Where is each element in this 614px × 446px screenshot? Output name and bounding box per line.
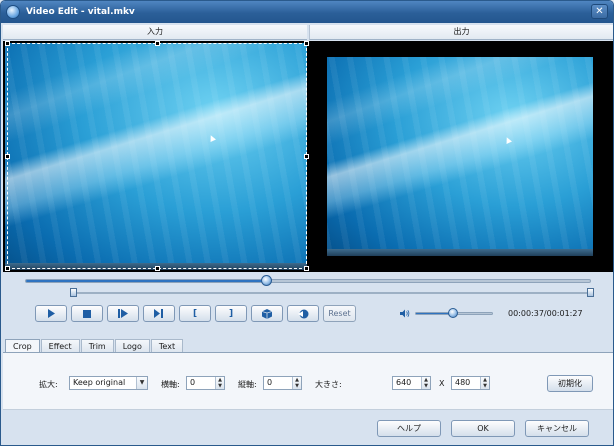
horizontal-offset-stepper[interactable]: 0 ▲ ▼ — [186, 376, 225, 390]
reset-playback-button[interactable]: Reset — [323, 305, 356, 322]
spinner-arrows-icon[interactable]: ▲ ▼ — [292, 377, 301, 389]
play-icon — [47, 309, 55, 318]
tab-effect[interactable]: Effect — [40, 339, 80, 353]
export-button[interactable] — [287, 305, 319, 322]
mark-out-button[interactable]: ] — [215, 305, 247, 322]
play-button[interactable] — [35, 305, 67, 322]
seek-track[interactable] — [25, 279, 591, 283]
crop-frame[interactable] — [5, 41, 309, 271]
preview-taskbar — [327, 249, 593, 256]
close-button[interactable]: ✕ — [591, 4, 608, 19]
snapshot-icon — [262, 308, 272, 319]
trim-end-marker[interactable] — [587, 288, 594, 297]
input-panel-header: 入力 — [3, 25, 307, 40]
spinner-arrows-icon[interactable]: ▲ ▼ — [480, 377, 489, 389]
horizontal-offset-value: 0 — [190, 378, 196, 387]
tab-text[interactable]: Text — [150, 339, 184, 353]
window-title: Video Edit - vital.mkv — [26, 7, 135, 17]
step-forward-icon — [117, 309, 128, 318]
video-edit-window: Video Edit - vital.mkv ✕ 入力 出力 [] Reset… — [0, 0, 614, 446]
stop-icon — [83, 309, 91, 318]
size-times-label: X — [439, 379, 445, 388]
crop-handle[interactable] — [5, 154, 10, 159]
snapshot-button[interactable] — [251, 305, 283, 322]
spinner-arrows-icon[interactable]: ▲ ▼ — [421, 377, 430, 389]
zoom-select[interactable]: Keep original ▼ — [69, 376, 148, 390]
output-panel-header: 出力 — [309, 25, 613, 40]
crop-handle[interactable] — [304, 154, 309, 159]
mark-in-button[interactable]: [ — [179, 305, 211, 322]
crop-handle[interactable] — [155, 266, 160, 271]
mouse-cursor-icon — [504, 136, 512, 144]
ok-button[interactable]: OK — [451, 420, 515, 437]
seek-progress — [26, 280, 267, 282]
mark-out-icon: ] — [228, 308, 234, 319]
chevron-down-icon[interactable]: ▼ — [136, 377, 147, 389]
app-icon — [6, 5, 20, 19]
edit-tabs: Crop Effect Trim Logo Text — [5, 339, 184, 354]
output-preview — [327, 57, 593, 256]
crop-handle[interactable] — [5, 266, 10, 271]
crop-handle[interactable] — [155, 41, 160, 46]
volume-icon[interactable] — [400, 309, 410, 318]
crop-handle[interactable] — [5, 41, 10, 46]
spinner-arrows-icon[interactable]: ▲ ▼ — [215, 377, 224, 389]
vertical-offset-value: 0 — [267, 378, 273, 387]
playback-controls: [ ] Reset — [35, 305, 356, 322]
tab-logo[interactable]: Logo — [114, 339, 150, 353]
zoom-select-value: Keep original — [73, 378, 126, 387]
crop-handle[interactable] — [304, 266, 309, 271]
tab-trim[interactable]: Trim — [80, 339, 114, 353]
width-value: 640 — [396, 378, 412, 387]
export-icon — [297, 309, 308, 318]
width-stepper[interactable]: 640 ▲ ▼ — [392, 376, 431, 390]
title-bar[interactable]: Video Edit - vital.mkv ✕ — [1, 1, 613, 23]
volume-thumb[interactable] — [448, 308, 459, 318]
trim-start-marker[interactable] — [70, 288, 77, 297]
help-button[interactable]: ヘルプ — [377, 420, 441, 437]
size-label: 大きさ: — [315, 380, 342, 389]
vertical-offset-stepper[interactable]: 0 ▲ ▼ — [263, 376, 302, 390]
crop-reset-button[interactable]: 初期化 — [547, 375, 593, 392]
horizontal-label: 横軸: — [161, 380, 180, 389]
mark-in-icon: [ — [192, 308, 198, 319]
step-forward-button[interactable] — [107, 305, 139, 322]
stop-button[interactable] — [71, 305, 103, 322]
zoom-label: 拡大: — [39, 380, 58, 389]
crop-handle[interactable] — [304, 41, 309, 46]
cancel-button[interactable]: キャンセル — [525, 420, 589, 437]
time-readout: 00:00:37/00:01:27 — [508, 309, 583, 318]
trim-track[interactable] — [73, 292, 591, 294]
preview-area — [3, 41, 613, 272]
seek-thumb[interactable] — [260, 275, 272, 286]
frame-step-icon — [153, 309, 163, 318]
frame-step-button[interactable] — [143, 305, 175, 322]
height-value: 480 — [455, 378, 471, 387]
vertical-label: 縦軸: — [238, 380, 257, 389]
height-stepper[interactable]: 480 ▲ ▼ — [451, 376, 490, 390]
